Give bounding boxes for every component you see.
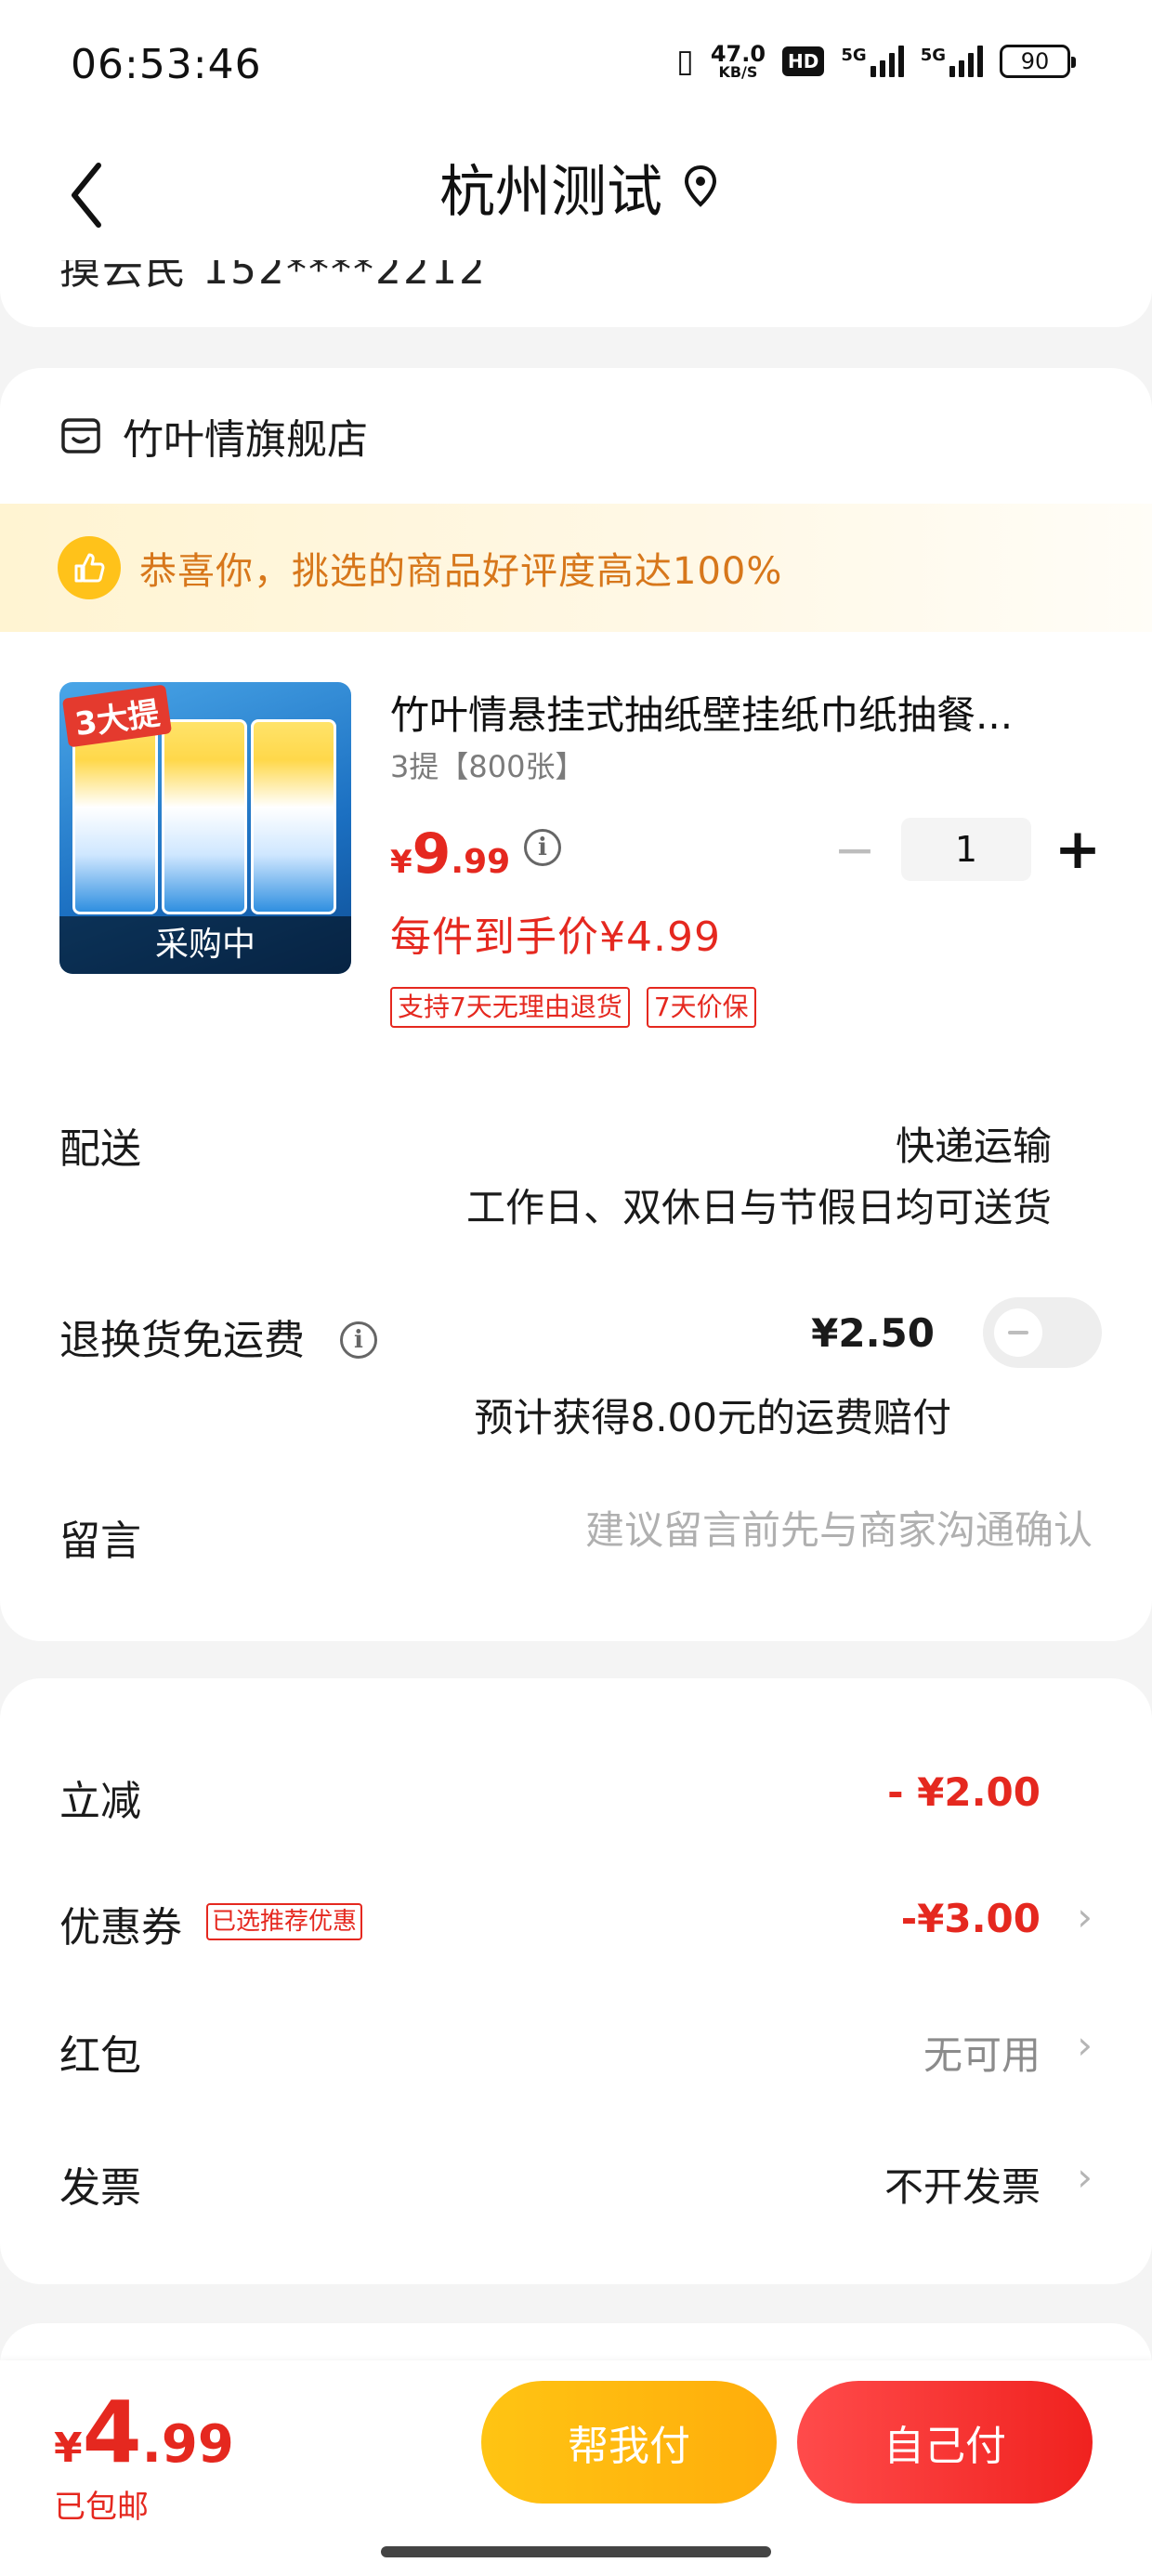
thumbs-up-icon (58, 536, 121, 599)
message-label: 留言 (59, 1518, 141, 1565)
red-packet-label: 红包 (59, 2032, 141, 2080)
return-shipping-label: 退换货免运费 (59, 1317, 305, 1364)
self-pay-button[interactable]: 自己付 (797, 2381, 1093, 2504)
product-spec[interactable]: 3提【800张】 (390, 743, 584, 786)
red-packet-row[interactable]: 红包 无可用 › (59, 2022, 1093, 2087)
chevron-right-icon: › (1077, 2022, 1093, 2068)
discounts-card: 立减 - ¥2.00 优惠券 已选推荐优惠 -¥3.00 › 红包 无可用 › … (0, 1678, 1152, 2284)
page-title[interactable]: 杭州测试 (0, 147, 1152, 228)
quantity-value[interactable]: 1 (901, 818, 1031, 881)
deal-price: 每件到手价¥4.99 (390, 913, 721, 961)
hd-icon: HD (782, 46, 825, 76)
red-packet-value: 无可用 (923, 2032, 1041, 2078)
store-header[interactable]: 竹叶情旗舰店 (59, 403, 368, 468)
address-card[interactable]: 摸云民 152****2212 (0, 260, 1152, 327)
store-name: 竹叶情旗舰店 (123, 416, 368, 464)
shop-card: 竹叶情旗舰店 恭喜你，挑选的商品好评度高达100% 3大提 采购中 竹叶情悬挂式… (0, 368, 1152, 1641)
service-tag: 7天价保 (646, 987, 756, 1028)
delivery-sub: 工作日、双休日与节假日均可送货 (465, 1185, 1052, 1230)
status-icons: ▯ 47.0 KB/S HD 5G 5G 90 (676, 43, 1076, 80)
quantity-stepper: − 1 + (827, 817, 1106, 882)
address-contact: 摸云民 152****2212 (59, 260, 487, 294)
network-speed-value: 47.0 (710, 41, 766, 67)
network-speed-unit: KB/S (718, 63, 758, 81)
coupon-value: -¥3.00 (900, 1896, 1041, 1941)
product-image-box (162, 719, 247, 914)
total-price: ¥ 4 .99 (54, 2383, 234, 2482)
nav-header: 杭州测试 (0, 130, 1152, 260)
home-indicator[interactable] (381, 2546, 771, 2557)
instant-discount-label: 立减 (59, 1778, 141, 1825)
price-integer: 9 (412, 821, 452, 887)
instant-discount-row: 立减 - ¥2.00 (59, 1768, 1093, 1833)
message-input[interactable] (442, 1507, 1093, 1553)
product-image-status: 采购中 (59, 916, 351, 974)
price-decimal: .99 (451, 843, 511, 881)
signal-icon: 5G (841, 46, 904, 77)
network-speed: 47.0 KB/S (711, 43, 766, 80)
total-currency: ¥ (54, 2425, 83, 2472)
toggle-knob (994, 1308, 1042, 1357)
product-image-box (72, 719, 158, 914)
return-shipping-toggle[interactable] (983, 1297, 1102, 1368)
signal-label: 5G (841, 46, 867, 65)
invoice-value: 不开发票 (884, 2164, 1041, 2210)
status-bar: 06:53:46 ▯ 47.0 KB/S HD 5G 5G 90 (0, 0, 1152, 130)
bottom-bar: ¥ 4 .99 已包邮 帮我付 自己付 (0, 2360, 1152, 2576)
quantity-plus-button[interactable]: + (1050, 817, 1106, 882)
free-shipping-label: 已包邮 (54, 2489, 149, 2526)
return-shipping-row: 退换货免运费 i ¥2.50 预计获得8.00元的运费赔付 (59, 1297, 1102, 1446)
store-icon (61, 418, 100, 453)
product-image[interactable]: 3大提 采购中 (59, 682, 351, 974)
service-tags: 支持7天无理由退货 7天价保 (390, 987, 756, 1028)
vibrate-icon: ▯ (676, 43, 694, 80)
delivery-row[interactable]: 配送 快递运输 工作日、双休日与节假日均可送货 (59, 1115, 1093, 1245)
total-integer: 4 (82, 2383, 142, 2482)
praise-text: 恭喜你，挑选的商品好评度高达100% (139, 550, 783, 593)
delivery-label: 配送 (59, 1125, 141, 1173)
coupon-row[interactable]: 优惠券 已选推荐优惠 -¥3.00 › (59, 1894, 1093, 1959)
chevron-right-icon: › (1077, 2154, 1093, 2200)
coupon-label: 优惠券 (59, 1904, 182, 1952)
service-tag: 支持7天无理由退货 (390, 987, 630, 1028)
help-pay-button[interactable]: 帮我付 (481, 2381, 777, 2504)
invoice-label: 发票 (59, 2164, 141, 2212)
location-pin-icon[interactable] (682, 164, 719, 208)
delivery-value: 快递运输 (895, 1124, 1052, 1169)
price-currency: ¥ (390, 844, 412, 881)
signal-icon-2: 5G (921, 46, 983, 77)
praise-banner: 恭喜你，挑选的商品好评度高达100% (0, 504, 1152, 632)
message-row: 留言 (59, 1507, 1093, 1572)
product-image-box (251, 719, 336, 914)
chevron-right-icon: › (1077, 1894, 1093, 1939)
quantity-minus-button[interactable]: − (827, 821, 883, 879)
invoice-row[interactable]: 发票 不开发票 › (59, 2154, 1093, 2219)
info-icon[interactable]: i (524, 829, 561, 866)
coupon-tag: 已选推荐优惠 (206, 1903, 363, 1940)
signal-label-2: 5G (920, 46, 946, 65)
instant-discount-value: - ¥2.00 (887, 1769, 1041, 1815)
status-time: 06:53:46 (71, 41, 262, 88)
product-price: ¥ 9 .99 (390, 821, 510, 887)
battery-icon: 90 (1000, 45, 1076, 78)
total-decimal: .99 (141, 2414, 234, 2475)
return-shipping-sub: 预计获得8.00元的运费赔付 (474, 1395, 951, 1440)
return-shipping-price: ¥2.50 (811, 1310, 935, 1356)
product-title[interactable]: 竹叶情悬挂式抽纸壁挂纸巾纸抽餐... (390, 684, 1059, 741)
info-icon[interactable]: i (340, 1321, 377, 1359)
